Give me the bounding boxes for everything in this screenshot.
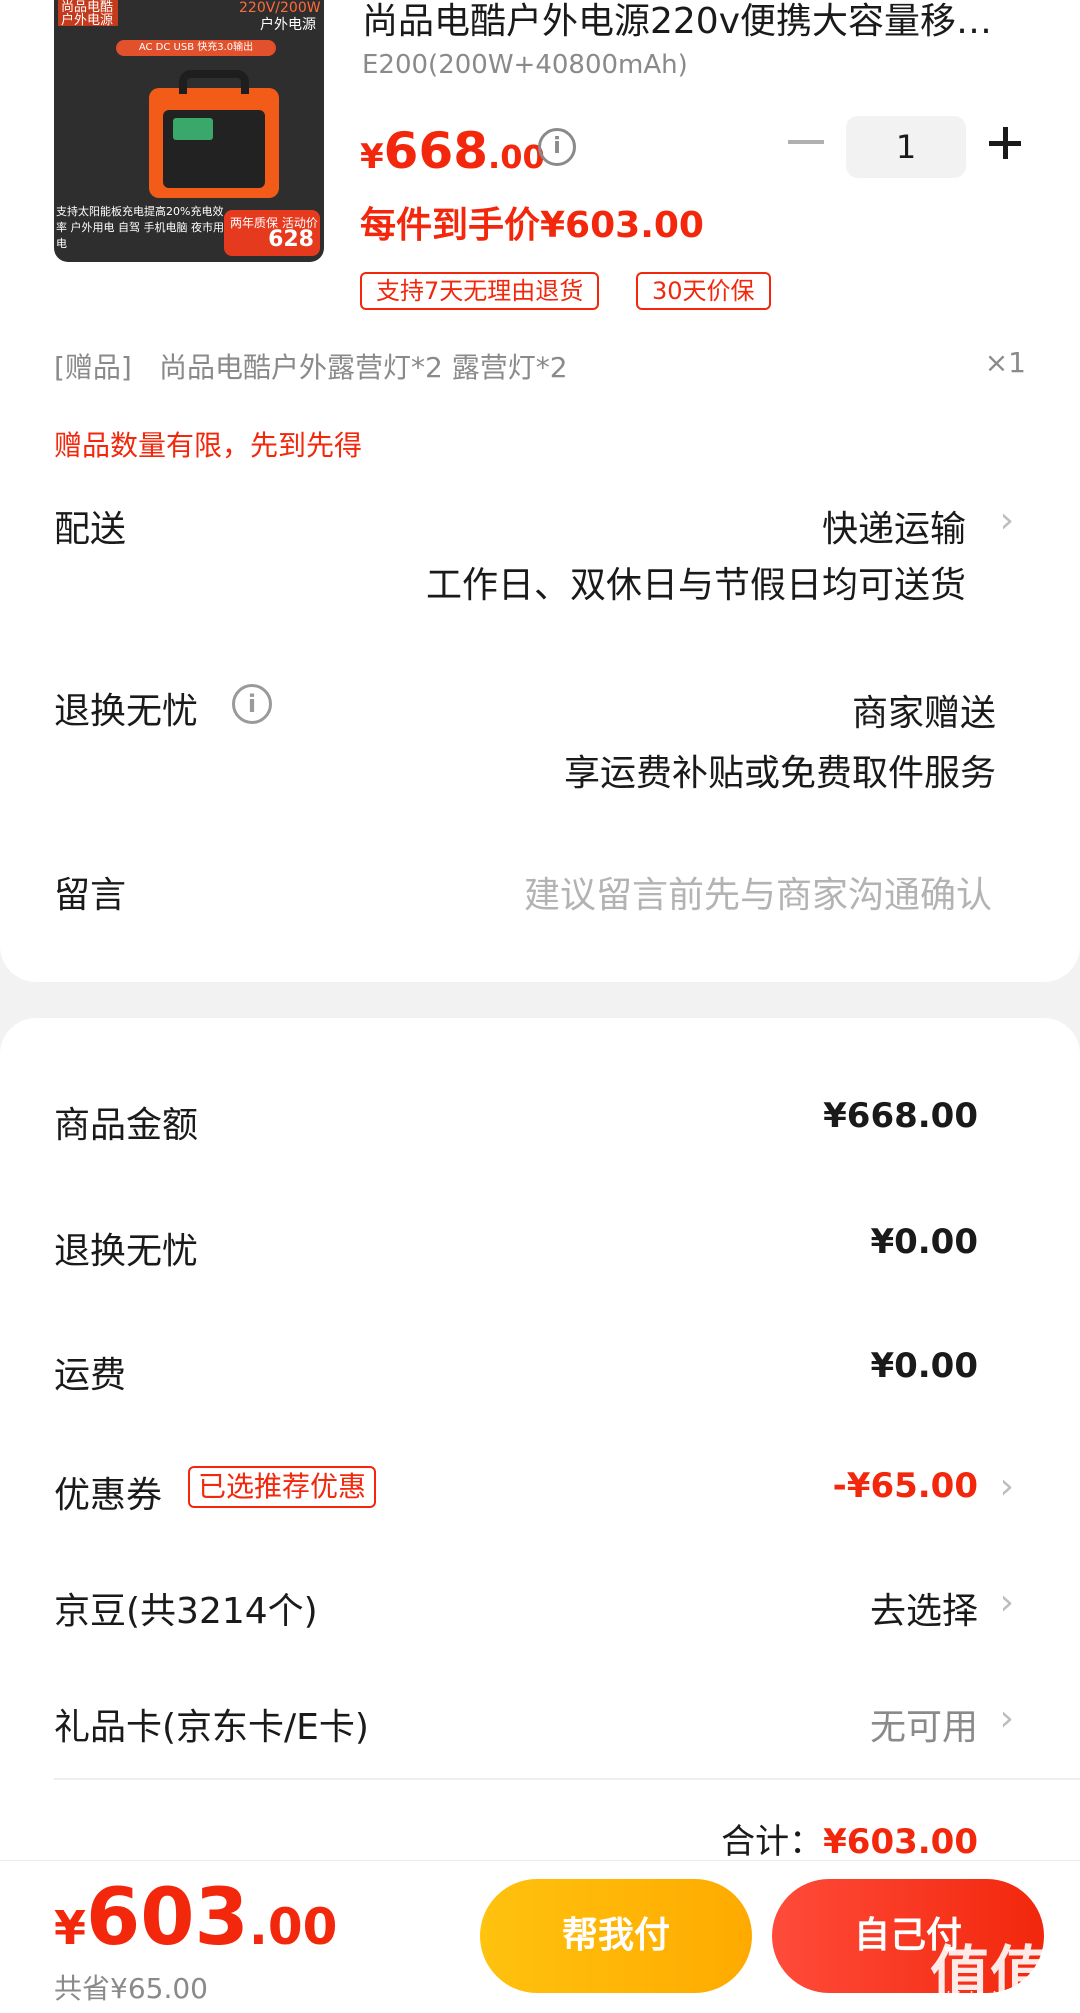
return-policy-tag: 支持7天无理由退货: [360, 272, 600, 310]
quantity-minus-button[interactable]: [788, 140, 824, 144]
price-decimal: .00: [488, 138, 545, 176]
memo-input[interactable]: 建议留言前先与商家沟通确认: [524, 866, 992, 918]
station-panel: [163, 110, 265, 188]
goods-amount-label: 商品金额: [54, 1105, 199, 1146]
thumbnail-top-text2: 户外电源: [260, 17, 316, 33]
product-title[interactable]: 尚品电酷户外电源220v便携大容量移…: [362, 0, 1022, 44]
returns-label: 退换无忧: [54, 691, 199, 732]
thumbnail-footer: 支持太阳能板充电提高20%充电效率 户外用电 自驾 手机电脑 夜市用电: [56, 205, 224, 250]
gift-card-value: 无可用: [869, 1707, 978, 1748]
gift-note: 赠品数量有限，先到先得: [54, 429, 363, 462]
price-symbol: ¥: [360, 137, 384, 177]
summary-divider: [54, 1778, 1080, 1780]
delivery-detail: 工作日、双休日与节假日均可送货: [425, 565, 966, 606]
total-value: ¥603.00: [823, 1822, 978, 1862]
total-saved: 共省¥65.00: [54, 1972, 208, 2005]
thumbnail-price-badge: 两年质保 活动价 628: [224, 210, 320, 256]
jd-beans-chevron-icon[interactable]: ›: [1000, 1582, 1014, 1623]
gift-count: ×1: [984, 346, 1026, 379]
station-handle: [179, 70, 249, 94]
net-price-per-item: 每件到手价¥603.00: [360, 205, 704, 246]
help-pay-button[interactable]: 帮我付: [480, 1879, 752, 1993]
thumbnail-price-value: 628: [268, 227, 314, 252]
quantity-plus-button[interactable]: [984, 122, 1026, 164]
gift-label: [赠品]: [54, 351, 132, 384]
delivery-label: 配送: [54, 509, 127, 550]
gift-card-label[interactable]: 礼品卡(京东卡/E卡): [54, 1698, 369, 1750]
coupon-selected-tag: 已选推荐优惠: [188, 1466, 377, 1508]
shipping-value: ¥0.00: [870, 1346, 978, 1386]
delivery-method[interactable]: 快递运输: [822, 500, 966, 552]
coupon-value[interactable]: -¥65.00: [833, 1466, 978, 1506]
station-display: [173, 118, 213, 140]
power-station-illustration: [149, 70, 279, 198]
returns-fee-label: 退换无忧: [54, 1231, 199, 1272]
pay-integer: 603: [86, 1873, 249, 1963]
order-item-card: 尚品电酷 户外电源 220V/200W 户外电源 AC DC USB 快充3.0…: [0, 0, 1080, 982]
jd-beans-value[interactable]: 去选择: [870, 1582, 978, 1634]
returns-fee-value: ¥0.00: [870, 1222, 978, 1262]
jd-beans-label[interactable]: 京豆(共3214个): [54, 1582, 318, 1634]
pay-decimal: .00: [248, 1898, 338, 1956]
checkout-bar: ¥603.00 共省¥65.00 帮我付 自己付: [0, 1860, 1080, 2013]
product-spec[interactable]: E200(200W+40800mAh): [362, 50, 688, 80]
returns-info-icon[interactable]: i: [232, 684, 272, 724]
watermark-url: zhizhizhi.com: [938, 1988, 1047, 2007]
product-price: ¥668.00: [360, 122, 545, 180]
returns-detail: 享运费补贴或免费取件服务: [563, 753, 996, 794]
goods-amount-value: ¥668.00: [823, 1096, 978, 1136]
shipping-label: 运费: [54, 1355, 127, 1396]
pay-amount: ¥603.00: [54, 1873, 337, 1963]
delivery-chevron-icon[interactable]: ›: [1000, 500, 1014, 541]
product-thumbnail[interactable]: 尚品电酷 户外电源 220V/200W 户外电源 AC DC USB 快充3.0…: [54, 0, 324, 262]
returns-provider: 商家赠送: [851, 693, 996, 734]
memo-label: 留言: [54, 875, 127, 916]
total-label: 合计：: [721, 1822, 824, 1862]
quantity-input[interactable]: 1: [846, 116, 966, 178]
price-info-icon[interactable]: i: [538, 128, 576, 166]
order-total: 合计：¥603.00: [721, 1814, 978, 1863]
coupon-chevron-icon[interactable]: ›: [1000, 1466, 1014, 1507]
thumbnail-brand-tag: 尚品电酷 户外电源: [58, 0, 118, 27]
gift-name: 尚品电酷户外露营灯*2 露营灯*2: [159, 351, 568, 384]
price-protect-tag: 30天价保: [636, 272, 771, 310]
thumbnail-banner: AC DC USB 快充3.0输出: [116, 40, 276, 56]
price-integer: 668: [383, 122, 489, 180]
gift-card-chevron-icon[interactable]: ›: [1000, 1698, 1014, 1739]
pay-symbol: ¥: [54, 1901, 87, 1955]
coupon-label[interactable]: 优惠券: [54, 1466, 162, 1518]
